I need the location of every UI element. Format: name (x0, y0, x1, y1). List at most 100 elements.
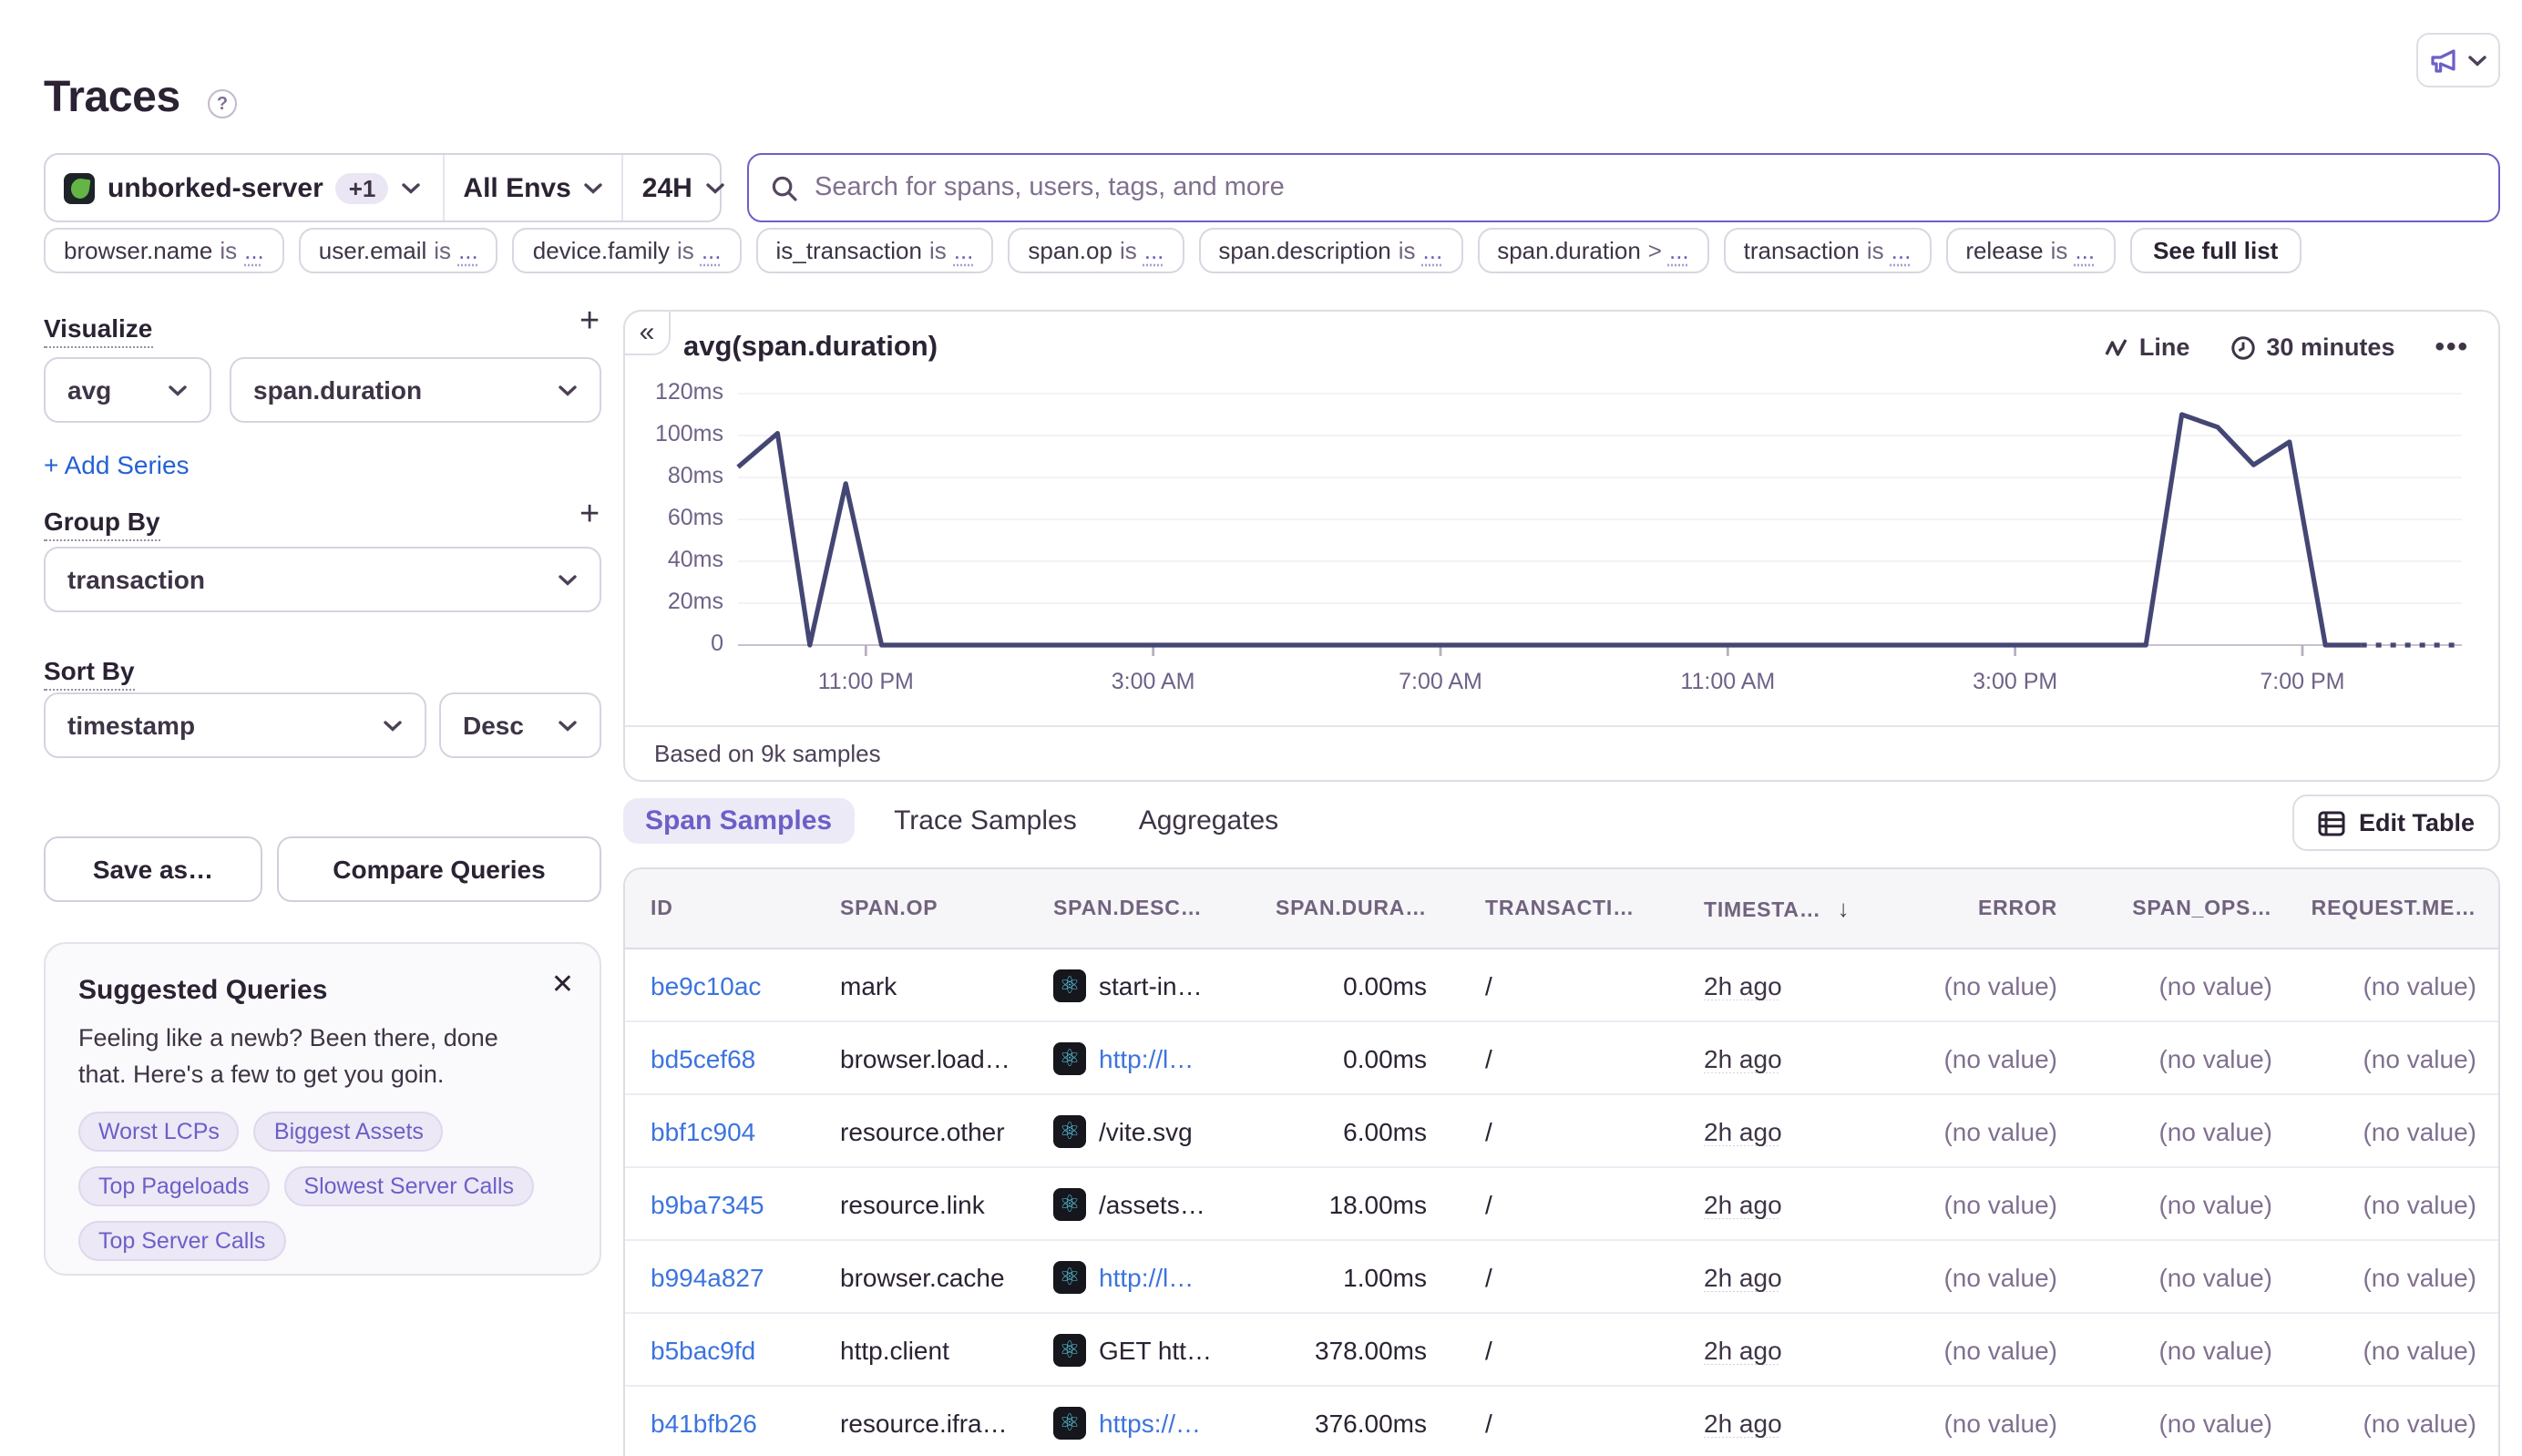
react-icon: ⚛ (1053, 1406, 1086, 1439)
tab-span-samples[interactable]: Span Samples (623, 798, 854, 844)
cell-request-method: (no value) (2287, 1189, 2491, 1218)
suggested-query-chip[interactable]: Biggest Assets (254, 1112, 444, 1152)
tab-trace-samples[interactable]: Trace Samples (872, 798, 1099, 844)
group-by-select[interactable]: transaction (44, 547, 601, 612)
x-axis-tick-label: 11:00 PM (818, 669, 914, 694)
span-id-link[interactable]: b41bfb26 (651, 1408, 757, 1437)
filter-chip-value: ... (702, 237, 722, 264)
react-icon: ⚛ (1053, 1114, 1086, 1147)
add-visualize-icon[interactable]: + (579, 310, 600, 335)
compare-queries-button[interactable]: Compare Queries (277, 836, 601, 902)
react-icon: ⚛ (1053, 1187, 1086, 1220)
span-id-link[interactable]: be9c10ac (651, 970, 761, 1000)
filter-chip-span.description[interactable]: span.descriptionis... (1198, 228, 1462, 273)
react-icon: ⚛ (1053, 969, 1086, 1001)
filter-chip-span.duration[interactable]: span.duration>... (1477, 228, 1708, 273)
table-row[interactable]: bbf1c904resource.other⚛/vite.svg6.00ms/2… (625, 1095, 2498, 1168)
page-title: Traces (44, 73, 180, 124)
edit-table-button[interactable]: Edit Table (2293, 795, 2500, 851)
suggested-query-chips: Worst LCPs Biggest Assets Top Pageloads Slo… (78, 1112, 567, 1261)
span-id-link[interactable]: b9ba7345 (651, 1189, 764, 1218)
close-icon[interactable]: ✕ (551, 968, 574, 1000)
cell-span-description: ⚛ https://… (1053, 1406, 1266, 1439)
filter-chip-value: ... (1892, 237, 1912, 264)
search-input[interactable]: Search for spans, users, tags, and more (747, 153, 2500, 222)
filter-chip-device.family[interactable]: device.familyis... (513, 228, 742, 273)
search-icon (771, 174, 798, 201)
save-as-button[interactable]: Save as… (44, 836, 262, 902)
table-row[interactable]: b994a827browser.cache⚛http://l…1.00ms/2h… (625, 1241, 2498, 1314)
filter-chip-value: ... (1144, 237, 1164, 264)
timestamp-link[interactable]: 2h ago (1704, 1043, 1782, 1072)
table-row[interactable]: be9c10acmark⚛start-in…0.00ms/2h ago(no v… (625, 949, 2498, 1022)
span-description-text: start-in… (1099, 970, 1203, 1000)
environment-selector[interactable]: All Envs (443, 155, 621, 220)
spring-leaf-icon (64, 172, 95, 203)
date-range-selector[interactable]: 24H (622, 155, 743, 220)
cell-request-method: (no value) (2287, 1408, 2491, 1437)
span-id-link[interactable]: b994a827 (651, 1262, 764, 1291)
table-row[interactable]: b41bfb26resource.ifra…⚛https://…376.00ms… (625, 1387, 2498, 1456)
timestamp-link[interactable]: 2h ago (1704, 1408, 1782, 1437)
interval-label: 30 minutes (2266, 333, 2394, 361)
line-chart[interactable] (738, 394, 2462, 667)
table-row[interactable]: bd5cef68browser.load…⚛http://l…0.00ms/2h… (625, 1022, 2498, 1095)
aggregate-select[interactable]: avg (44, 357, 211, 423)
span-description-text[interactable]: https://… (1099, 1408, 1201, 1437)
filter-chip-is_transaction[interactable]: is_transactionis... (756, 228, 994, 273)
cell-span-op: mark (840, 970, 1053, 1000)
span-id-link[interactable]: bd5cef68 (651, 1043, 755, 1072)
span-description-text[interactable]: http://l… (1099, 1043, 1194, 1072)
suggested-query-chip[interactable]: Top Pageloads (78, 1166, 269, 1206)
project-selector[interactable]: unborked-server +1 (46, 155, 439, 220)
filter-chip-transaction[interactable]: transactionis... (1724, 228, 1932, 273)
chevron-down-icon (558, 719, 578, 732)
chart-overflow-menu-icon[interactable]: ••• (2435, 332, 2469, 363)
sort-by-label: Sort By (44, 656, 135, 691)
cell-span-description: ⚛http://l… (1053, 1260, 1266, 1293)
whats-new-button[interactable] (2416, 33, 2500, 87)
suggested-query-chip[interactable]: Slowest Server Calls (283, 1166, 534, 1206)
add-group-by-icon[interactable]: + (579, 503, 600, 528)
table-row[interactable]: b9ba7345resource.link⚛/assets…18.00ms/2h… (625, 1168, 2498, 1241)
cell-span-op: http.client (840, 1335, 1053, 1364)
tab-aggregates[interactable]: Aggregates (1117, 798, 1300, 844)
visualize-label: Visualize (44, 313, 152, 348)
filter-chip-user.email[interactable]: user.emailis... (299, 228, 498, 273)
filter-chip-value: ... (458, 237, 478, 264)
table-row[interactable]: b5bac9fdhttp.client⚛GET htt…378.00ms/2h … (625, 1314, 2498, 1387)
sort-field-select[interactable]: timestamp (44, 692, 426, 758)
timestamp-link[interactable]: 2h ago (1704, 1262, 1782, 1291)
filter-chip-span.op[interactable]: span.opis... (1008, 228, 1184, 273)
cell-error: (no value) (1886, 1408, 2072, 1437)
see-full-list-button[interactable]: See full list (2129, 228, 2302, 273)
span-description-text[interactable]: http://l… (1099, 1262, 1194, 1291)
collapse-sidebar-icon[interactable]: « (623, 310, 671, 355)
cell-error: (no value) (1886, 1335, 2072, 1364)
filter-chip-op: is (1867, 237, 1884, 264)
help-icon[interactable]: ? (208, 89, 237, 118)
suggested-query-chip[interactable]: Top Server Calls (78, 1221, 285, 1261)
field-select[interactable]: span.duration (230, 357, 601, 423)
chart-type-toggle[interactable]: Line (2105, 333, 2190, 361)
cell-span-id: b41bfb26 (651, 1408, 840, 1437)
column-header: SPAN_OPS… (2072, 897, 2287, 919)
timestamp-link[interactable]: 2h ago (1704, 1189, 1782, 1218)
timestamp-link[interactable]: 2h ago (1704, 970, 1782, 1000)
sort-direction-select[interactable]: Desc (439, 692, 601, 758)
span-id-link[interactable]: bbf1c904 (651, 1116, 755, 1145)
suggested-query-chip[interactable]: Worst LCPs (78, 1112, 240, 1152)
column-header: ID (651, 897, 840, 919)
filter-chip-release[interactable]: releaseis... (1945, 228, 2115, 273)
sort-direction-value: Desc (463, 711, 524, 740)
interval-selector[interactable]: 30 minutes (2230, 333, 2394, 361)
span-id-link[interactable]: b5bac9fd (651, 1335, 755, 1364)
cell-span-id: b994a827 (651, 1262, 840, 1291)
filter-chip-browser.name[interactable]: browser.nameis... (44, 228, 284, 273)
timestamp-link[interactable]: 2h ago (1704, 1116, 1782, 1145)
add-series-button[interactable]: + Add Series (44, 450, 190, 479)
filter-chip-key: browser.name (64, 237, 212, 264)
sort-desc-icon[interactable]: ↓ (1830, 895, 1850, 922)
cell-timestamp: 2h ago (1675, 1408, 1886, 1437)
timestamp-link[interactable]: 2h ago (1704, 1335, 1782, 1364)
